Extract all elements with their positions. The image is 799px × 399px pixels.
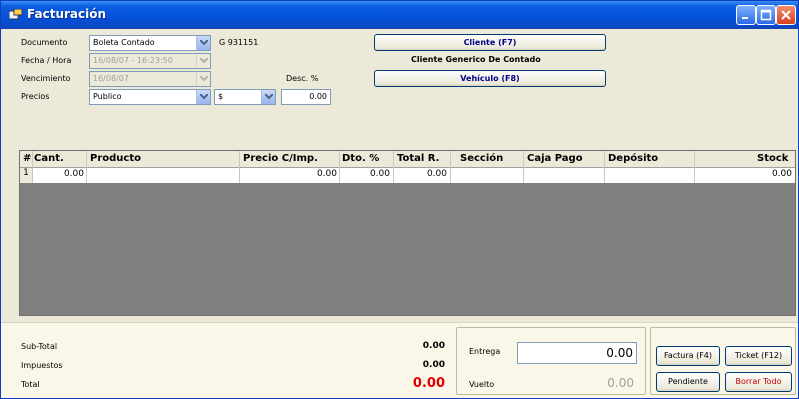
close-button[interactable] [776,5,796,25]
document-form: Documento Boleta Contado G 931151 Fecha … [1,30,798,146]
vencimiento-label: Vencimiento [21,74,71,83]
grid-header: # Cant. Producto Precio C/Imp. Dto. % To… [20,151,795,168]
dropdown-button[interactable] [261,90,275,104]
col-header-precio[interactable]: Precio C/Imp. [243,153,318,164]
chevron-down-icon [200,76,208,82]
fecha-label: Fecha / Hora [21,56,72,65]
minimize-button[interactable] [736,5,756,25]
window-title: Facturación [27,7,107,21]
fecha-value: 16/08/07 - 16:23:50 [93,56,173,65]
dropdown-button[interactable] [196,90,210,104]
entrega-input[interactable]: 0.00 [517,342,637,364]
col-header-total[interactable]: Total R. [397,153,440,164]
app-icon [9,9,23,20]
title-bar[interactable]: Facturación [1,1,798,29]
subtotal-label: Sub-Total [21,342,58,351]
subtotal-value: 0.00 [422,341,445,351]
col-header-producto[interactable]: Producto [90,153,141,164]
total-label: Total [21,380,40,389]
vehiculo-button[interactable]: Vehículo (F8) [374,70,606,87]
table-row[interactable]: 1 0.00 0.00 0.00 0.00 0.00 [20,168,795,183]
maximize-button[interactable] [756,5,776,25]
vencimiento-picker: 16/08/07 [89,71,211,87]
cell-stock: 0.00 [771,169,792,179]
cell-dto[interactable]: 0.00 [342,169,390,179]
impuestos-label: Impuestos [21,361,63,370]
documento-label: Documento [21,38,68,47]
payment-panel: Entrega 0.00 Vuelto 0.00 [456,327,646,395]
dropdown-button[interactable] [196,36,210,50]
document-number: G 931151 [219,38,259,47]
precios-value: Publico [93,92,122,101]
minimize-icon [742,17,748,19]
ticket-button[interactable]: Ticket (F12) [725,346,792,366]
dropdown-button [196,54,210,68]
factura-button[interactable]: Factura (F4) [656,346,720,366]
col-header-cant[interactable]: Cant. [34,153,64,164]
documento-select[interactable]: Boleta Contado [89,35,211,51]
col-header-dto[interactable]: Dto. % [342,153,379,164]
window: Facturación Documento Boleta Contado G 9… [0,0,799,399]
col-header-deposito[interactable]: Depósito [608,153,658,164]
documento-value: Boleta Contado [93,38,155,47]
items-grid[interactable]: # Cant. Producto Precio C/Imp. Dto. % To… [19,150,796,316]
entrega-label: Entrega [469,347,501,356]
vencimiento-value: 16/08/07 [93,74,129,83]
impuestos-value: 0.00 [422,360,445,370]
desc-input[interactable]: 0.00 [281,89,331,105]
currency-value: $ [218,92,224,101]
pendiente-button[interactable]: Pendiente [656,372,720,392]
col-header-stock[interactable]: Stock [757,153,788,164]
borrar-todo-button[interactable]: Borrar Todo [725,372,792,392]
total-value: 0.00 [412,376,445,391]
chevron-down-icon [265,94,273,100]
col-header-num[interactable]: # [23,153,31,164]
cell-precio[interactable]: 0.00 [243,169,337,179]
close-icon [781,10,791,20]
cliente-button[interactable]: Cliente (F7) [374,34,606,51]
chevron-down-icon [200,94,208,100]
precios-label: Precios [21,92,50,101]
cliente-name: Cliente Generico De Contado [411,55,541,64]
col-header-caja[interactable]: Caja Pago [527,153,583,164]
desc-label: Desc. % [286,74,319,83]
fecha-picker: 16/08/07 - 16:23:50 [89,53,211,69]
footer-panel: Sub-Total 0.00 Impuestos 0.00 Total 0.00… [1,322,798,398]
vuelto-label: Vuelto [469,380,495,389]
actions-panel: Factura (F4) Ticket (F12) Pendiente Borr… [650,327,796,395]
dropdown-button [196,72,210,86]
maximize-icon [760,9,772,21]
currency-select[interactable]: $ [214,89,276,105]
precios-select[interactable]: Publico [89,89,211,105]
row-number: 1 [20,168,32,183]
cell-total: 0.00 [426,169,447,179]
chevron-down-icon [200,58,208,64]
vuelto-value: 0.00 [607,376,634,390]
cell-cant[interactable]: 0.00 [34,169,84,179]
chevron-down-icon [200,40,208,46]
col-header-seccion[interactable]: Sección [460,153,503,164]
